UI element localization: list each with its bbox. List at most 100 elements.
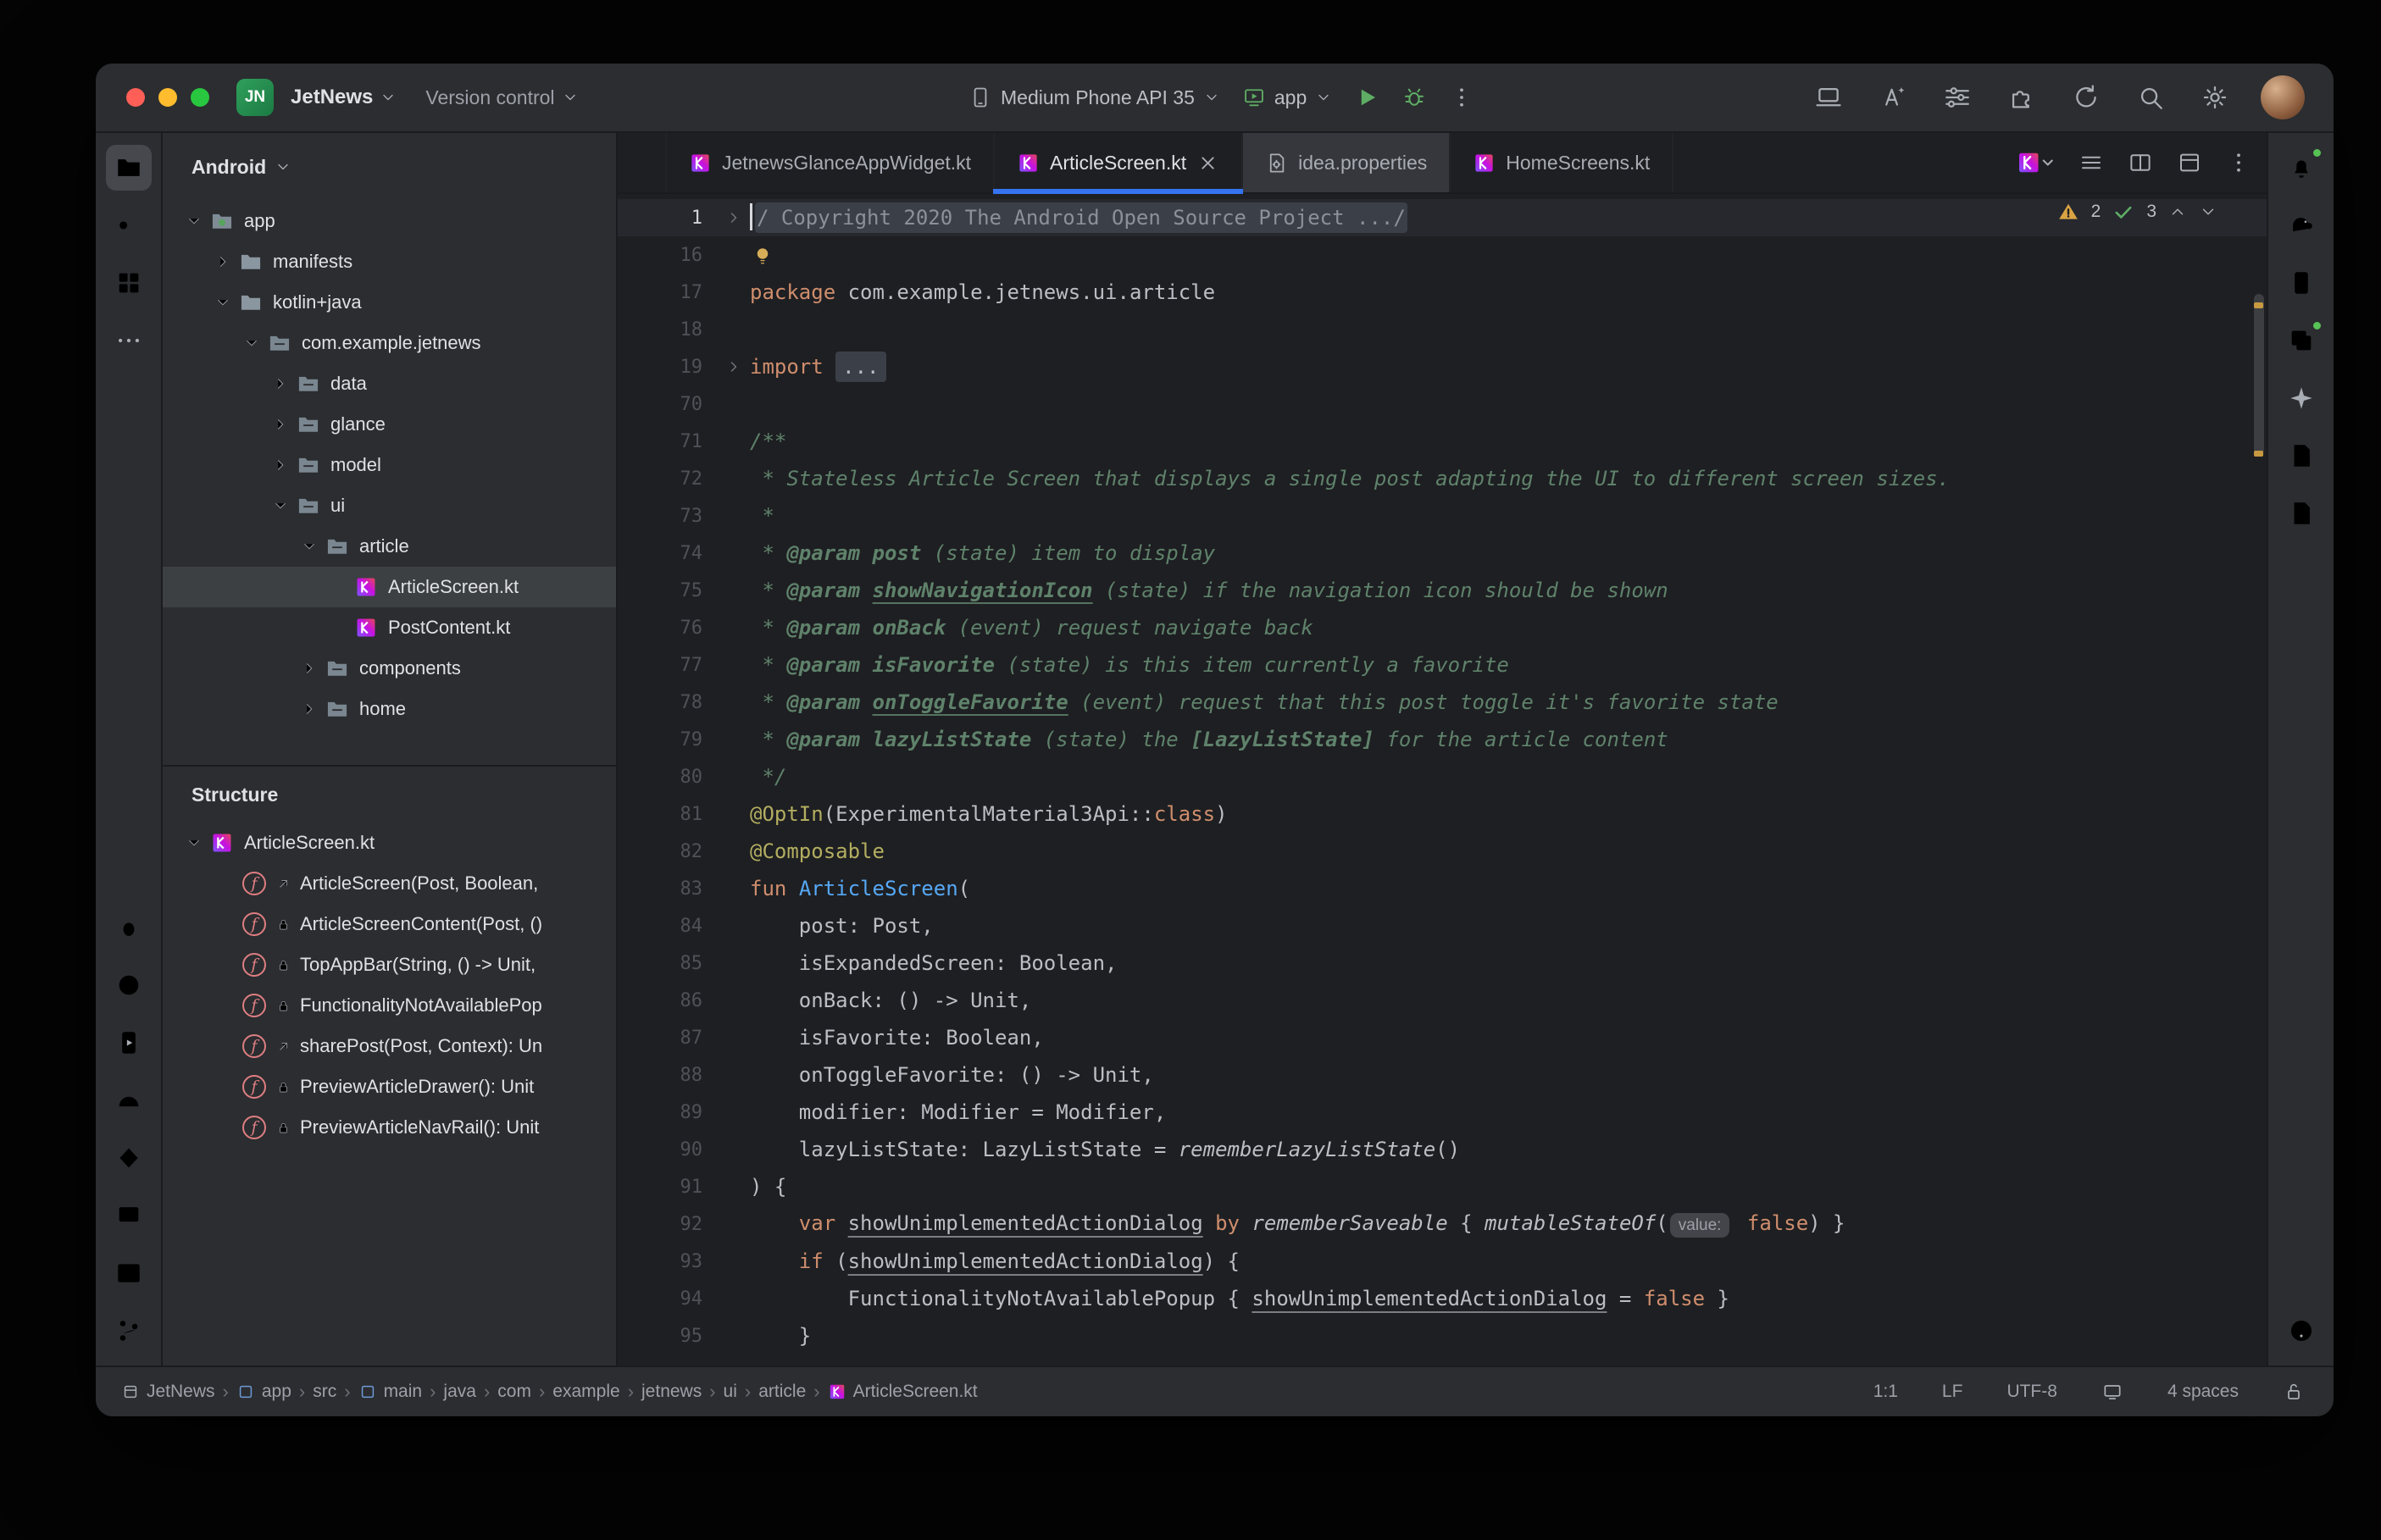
line-number[interactable]: 82 [618,841,718,862]
code-line-16[interactable]: 16 [618,236,2267,274]
project-tree-item-com-example-jetnews[interactable]: com.example.jetnews [163,323,616,363]
breadcrumb-item-jetnews[interactable]: jetnews [641,1382,702,1402]
editor-list-icon[interactable] [2079,150,2104,175]
line-number[interactable]: 79 [618,729,718,751]
line-number[interactable]: 91 [618,1177,718,1198]
chevron-down-icon[interactable] [295,532,324,561]
breadcrumb-item-main[interactable]: main [358,1382,423,1402]
line-number[interactable]: 83 [618,878,718,900]
warning-stripe-mark[interactable] [2254,302,2263,308]
breadcrumb-item-app[interactable]: app [236,1382,291,1402]
code-line-19[interactable]: 19import ... [618,348,2267,385]
project-view-selector[interactable]: Android [163,133,616,201]
warning-stripe-mark[interactable] [2254,451,2263,457]
line-number[interactable]: 73 [618,506,718,527]
gemini-icon[interactable] [2278,375,2324,421]
project-tree-item-data[interactable]: data [163,363,616,404]
breadcrumb-item-src[interactable]: src [313,1382,336,1402]
indent-setting[interactable]: 4 spaces [2167,1382,2239,1402]
chevron-right-icon[interactable] [266,451,295,479]
editor-status-icon[interactable] [2101,1381,2123,1403]
line-number[interactable]: 88 [618,1065,718,1086]
project-tree-item-article[interactable]: article [163,526,616,567]
code-line-79[interactable]: 79 * @param lazyListState (state) the [L… [618,721,2267,758]
line-number[interactable]: 19 [618,357,718,378]
code-line-87[interactable]: 87 isFavorite: Boolean, [618,1019,2267,1056]
more-actions-icon[interactable] [1449,85,1474,110]
project-tree-item-articlescreen-kt[interactable]: ArticleScreen.kt [163,567,616,607]
structure-item[interactable]: fsharePost(Post, Context): Un [163,1026,616,1066]
line-number[interactable]: 77 [618,655,718,676]
project-tree-item-ui[interactable]: ui [163,485,616,526]
line-separator[interactable]: LF [1942,1382,1963,1402]
code-line-84[interactable]: 84 post: Post, [618,907,2267,944]
project-menu[interactable]: JetNews [291,86,397,109]
line-number[interactable]: 85 [618,953,718,974]
code-line-81[interactable]: 81@OptIn(ExperimentalMaterial3Api::class… [618,795,2267,833]
breadcrumb-item-jetnews[interactable]: JetNews [121,1382,215,1402]
chevron-down-icon[interactable] [208,288,237,317]
file-encoding[interactable]: UTF-8 [2006,1382,2057,1402]
structure-item[interactable]: fPreviewArticleDrawer(): Unit [163,1066,616,1107]
search-icon[interactable] [2132,79,2169,116]
prev-problem-icon[interactable] [2168,202,2187,221]
breadcrumb-item-java[interactable]: java [443,1382,476,1402]
device-streaming-icon[interactable] [2278,318,2324,363]
code-line-78[interactable]: 78 * @param onToggleFavorite (event) req… [618,684,2267,721]
minimize-window-button[interactable] [158,88,177,107]
code-line-1[interactable]: 1/ Copyright 2020 The Android Open Sourc… [618,199,2267,236]
scrollbar-thumb[interactable] [2254,294,2264,455]
structure-item[interactable]: fTopAppBar(String, () -> Unit, [163,944,616,985]
code-line-82[interactable]: 82@Composable [618,833,2267,870]
code-line-88[interactable]: 88 onToggleFavorite: () -> Unit, [618,1056,2267,1094]
chevron-down-icon[interactable] [180,828,208,857]
debug-button[interactable] [1401,85,1427,110]
assistant-icon[interactable] [1874,79,1912,116]
code-line-73[interactable]: 73 * [618,497,2267,535]
chevron-down-icon[interactable] [266,491,295,520]
chevron-right-icon[interactable] [266,410,295,439]
project-tree-item-manifests[interactable]: manifests [163,241,616,282]
code-line-17[interactable]: 17package com.example.jetnews.ui.article [618,274,2267,311]
line-number[interactable]: 81 [618,804,718,825]
breadcrumb-item-articlescreen-kt[interactable]: ArticleScreen.kt [828,1382,978,1402]
line-number[interactable]: 93 [618,1251,718,1272]
run-button[interactable] [1354,85,1379,110]
line-number[interactable]: 70 [618,394,718,415]
close-window-button[interactable] [126,88,145,107]
app-inspection-icon[interactable] [106,962,152,1008]
logcat-icon[interactable] [106,905,152,950]
breadcrumb-item-example[interactable]: example [552,1382,619,1402]
avatar[interactable] [2261,75,2305,119]
project-tree-item-components[interactable]: components [163,648,616,689]
project-tree-item-home[interactable]: home [163,689,616,729]
split-editor-icon[interactable] [2128,150,2153,175]
zoom-window-button[interactable] [191,88,209,107]
code-line-89[interactable]: 89 modifier: Modifier = Modifier, [618,1094,2267,1131]
editor-tab-idea-properties[interactable]: idea.properties [1243,133,1451,192]
project-icon[interactable] [106,145,152,191]
code-line-92[interactable]: 92 var showUnimplementedActionDialog by … [618,1205,2267,1243]
editor-tab-jetnewsglanceappwidget-kt[interactable]: JetnewsGlanceAppWidget.kt [665,133,995,192]
sync-icon[interactable] [2067,79,2105,116]
commit-icon[interactable] [106,202,152,248]
device-manager-icon[interactable] [2278,260,2324,306]
structure-root-item[interactable]: ArticleScreen.kt [163,823,616,863]
code-line-70[interactable]: 70 [618,385,2267,423]
line-number[interactable]: 72 [618,468,718,490]
running-devices-icon[interactable] [106,1020,152,1066]
project-tree-item-app[interactable]: app [163,201,616,241]
structure-item[interactable]: fArticleScreen(Post, Boolean, [163,863,616,904]
editor-tab-homescreens-kt[interactable]: HomeScreens.kt [1451,133,1673,192]
project-tree-item-glance[interactable]: glance [163,404,616,445]
close-tab-icon[interactable] [1196,152,1219,174]
line-number[interactable]: 87 [618,1028,718,1049]
code-line-90[interactable]: 90 lazyListState: LazyListState = rememb… [618,1131,2267,1168]
chevron-right-icon[interactable] [295,695,324,723]
code-line-77[interactable]: 77 * @param isFavorite (state) is this i… [618,646,2267,684]
code-line-76[interactable]: 76 * @param onBack (event) request navig… [618,609,2267,646]
project-tree-item-model[interactable]: model [163,445,616,485]
line-number[interactable]: 89 [618,1102,718,1123]
line-number[interactable]: 80 [618,767,718,788]
chevron-right-icon[interactable] [295,654,324,683]
